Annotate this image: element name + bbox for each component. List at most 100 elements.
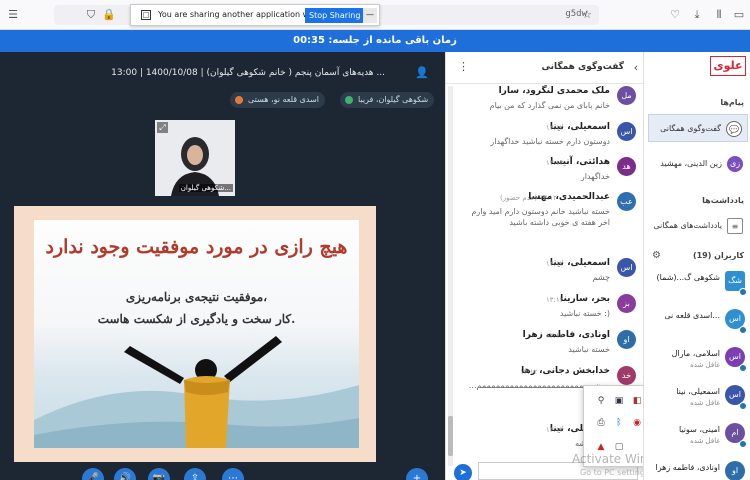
mic-status-icon: [739, 288, 747, 296]
bluetooth-icon[interactable]: ᛒ: [614, 418, 624, 428]
user-name: اسمعیلی، نینا: [676, 387, 720, 396]
mic-status-icon: [739, 364, 747, 372]
message-text: خسته نباشید خانم دوستون دارم امید وارم ا…: [471, 207, 610, 227]
user-name: اسلامی، مارال: [671, 349, 720, 358]
notes-icon: ≡: [727, 218, 743, 234]
user-list-item[interactable]: او اونادی، فاطمه زهرا: [648, 458, 748, 480]
sidebar-item-label: زین الدینی، مهشید: [660, 159, 722, 168]
avatar: او: [725, 461, 745, 480]
message-time: (عدم حضور) ۱۳:۱۲: [500, 194, 557, 202]
usb-icon[interactable]: ⚲: [596, 396, 606, 406]
expand-icon[interactable]: ⤢: [157, 122, 168, 133]
window-icon[interactable]: ▢: [614, 442, 624, 452]
shared-slide: هیچ رازی در مورد موفقیت وجود ندارد موفقی…: [14, 206, 376, 462]
minimize-banner-button[interactable]: —: [363, 8, 377, 23]
message-text: دوستون دارم خسته نباشید خداگهدار: [490, 137, 610, 146]
user-name: اونادی، فاطمه زهرا: [655, 463, 720, 472]
gear-icon[interactable]: ⚙: [652, 250, 661, 261]
user-list-item[interactable]: اس اسلامی، مارال غافل شده: [648, 344, 748, 378]
menu-icon[interactable]: ☰: [6, 8, 20, 22]
chat-scrollbar[interactable]: [448, 86, 453, 466]
mic-button[interactable]: 🎤: [82, 468, 104, 480]
chevron-left-icon[interactable]: ‹: [634, 61, 638, 74]
avatar: مل: [617, 86, 636, 105]
speaker-chip[interactable]: اسدی قلعه نو، هستی: [230, 92, 326, 108]
avatar: اس: [617, 258, 636, 277]
user-name: امینی، سونیا: [678, 425, 720, 434]
presentation-area: 👤 هدیه‌های آسمان پنجم ( خانم شکوهی گیلوا…: [0, 52, 445, 480]
user-name: اسدی قلعه نی...: [664, 311, 720, 320]
user-list-item[interactable]: اس اسمعیلی، نینا غافل شده: [648, 382, 748, 416]
sidebar-item-private-chat[interactable]: زی زین الدینی، مهشید: [648, 150, 748, 178]
bookmark-star-icon[interactable]: ☆: [580, 8, 594, 22]
message-time: ۱۳:۱۲: [546, 332, 564, 340]
kebab-menu-icon[interactable]: ⋮: [458, 60, 469, 73]
sidebar-item-label: یادداشت‌های همگانی: [653, 221, 722, 230]
user-list-item[interactable]: شگ شکوهی گ...(شما): [648, 268, 748, 302]
record-icon[interactable]: ◉: [632, 418, 642, 428]
message-text: خانم بابای من نمی گذارد که من بیام: [489, 101, 610, 110]
mic-status-icon: [739, 440, 747, 448]
chat-scrollbar-thumb[interactable]: [448, 416, 453, 456]
pocket-icon[interactable]: ♡: [668, 8, 682, 22]
browser-toolbar: ☰ ⛉ 🔒 g5dw ☆ □ You are sharing another a…: [0, 0, 750, 30]
user-list-item[interactable]: ام امینی، سونیا غافل شده: [648, 420, 748, 454]
avatar: بز: [617, 294, 636, 313]
message-time: ۱۳:۱۲: [546, 159, 564, 167]
user-status: غافل شده: [690, 361, 720, 369]
camera-button[interactable]: 📷: [148, 468, 170, 480]
speaker-button[interactable]: 🔊: [114, 468, 136, 480]
success-person-illustration: [34, 336, 359, 448]
add-button[interactable]: +: [406, 468, 428, 480]
avatar: عب: [617, 192, 636, 211]
user-status: غافل شده: [690, 437, 720, 445]
sidebar-item-public-chat[interactable]: 💬 گفت‌وگوی همگانی: [648, 114, 748, 142]
avatar: خد: [617, 366, 636, 385]
sidebar-toggle-icon[interactable]: ▭: [732, 8, 746, 22]
sidebar-item-label: گفت‌وگوی همگانی: [660, 124, 721, 133]
library-icon[interactable]: ⫴: [712, 8, 726, 22]
alavi-logo: علوی: [710, 56, 746, 76]
message-text: خسته نباشید :): [559, 309, 610, 318]
display-icon[interactable]: ▣: [614, 396, 624, 406]
avatar: اس: [617, 122, 636, 141]
download-icon[interactable]: ⤓: [690, 8, 704, 22]
messages-section-title: پیام‌ها: [720, 98, 744, 107]
avatar: او: [617, 330, 636, 349]
webcam-video[interactable]: ⤢ شکوهی گیلوان...: [155, 120, 235, 196]
more-options-button[interactable]: ⋯: [222, 468, 244, 480]
message-author: بحر، سارینا: [560, 294, 610, 304]
message-author: اونادی، فاطمه زهرا: [522, 330, 610, 340]
notes-section-title: یادداشت‌ها: [702, 196, 744, 205]
avatar: هد: [617, 157, 636, 176]
speaker-mic-icon: [345, 96, 353, 104]
screen-share-banner: □ You are sharing another application wi…: [130, 4, 380, 26]
message-text: خداگهدار: [580, 172, 610, 181]
chat-icon: 💬: [726, 121, 742, 137]
message-time: ۱۳:۱۲: [546, 260, 564, 268]
shield-icon[interactable]: ⛉: [84, 8, 98, 22]
lock-icon[interactable]: 🔒: [102, 8, 116, 22]
printer-icon[interactable]: ⎙: [596, 418, 606, 428]
users-section-title: کاربران (19): [692, 251, 744, 260]
speaker-mic-icon: [235, 96, 243, 104]
share-screen-button[interactable]: ⇪: [184, 468, 206, 480]
speaker-chip[interactable]: شکوهی گیلوان، فریبا: [340, 92, 435, 108]
message-text: چشم: [592, 273, 610, 282]
stop-sharing-button[interactable]: Stop Sharing: [305, 8, 365, 23]
message-author: ملک محمدی لنگرود، سارا: [498, 86, 610, 96]
avatar: زی: [727, 156, 743, 172]
send-icon[interactable]: ➤: [454, 464, 472, 480]
user-list-item[interactable]: اس اسدی قلعه نی...: [648, 306, 748, 340]
mic-status-icon: [739, 402, 747, 410]
chat-header: ⋮ گفت‌وگوی همگانی ‹: [446, 52, 644, 84]
session-title: هدیه‌های آسمان پنجم ( خانم شکوهی گیلوان)…: [111, 68, 385, 78]
security-icon[interactable]: ▲: [596, 442, 606, 452]
sidebar-item-shared-notes[interactable]: ≡ یادداشت‌های همگانی: [648, 212, 748, 240]
user-status: غافل شده: [690, 399, 720, 407]
message-time: ۱۳:۱۳: [546, 426, 564, 434]
app-icon[interactable]: ◧: [632, 396, 642, 406]
participants-icon[interactable]: 👤: [415, 66, 429, 80]
share-window-icon: □: [141, 10, 151, 20]
message-time: ۱۳:۱۲: [546, 124, 564, 132]
